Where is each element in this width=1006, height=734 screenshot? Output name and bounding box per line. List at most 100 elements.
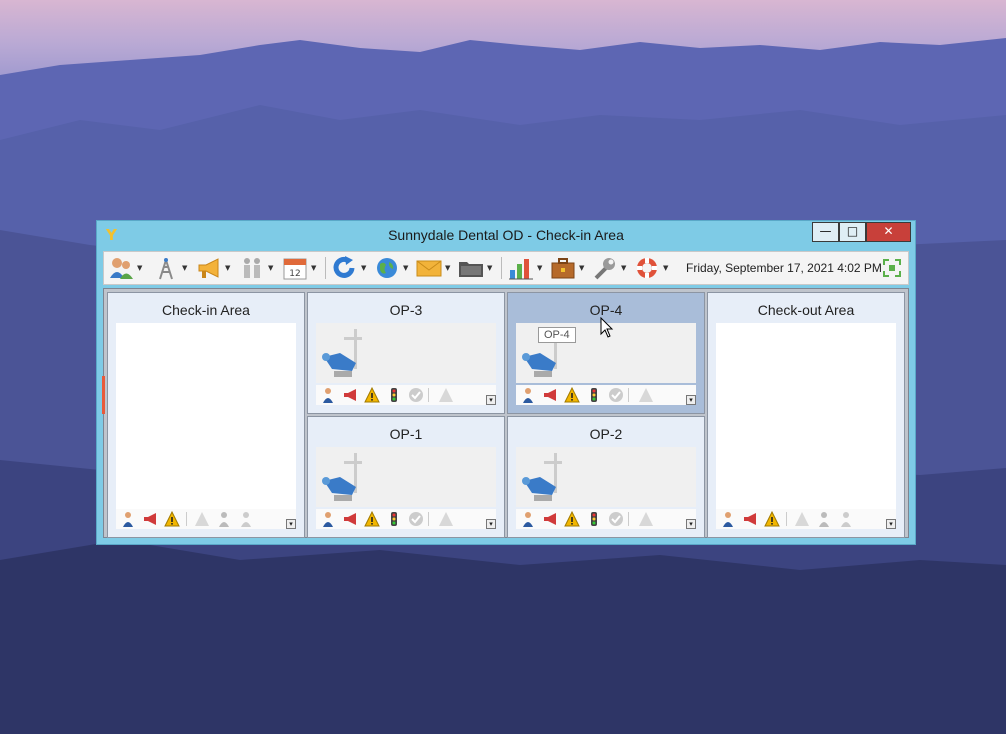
person-icon[interactable]: [520, 387, 536, 403]
megaphone-small-icon[interactable]: [342, 511, 358, 527]
status-icon-bar: ▾: [716, 509, 896, 529]
panel-title: Check-in Area: [162, 302, 250, 318]
megaphone-small-icon[interactable]: [542, 511, 558, 527]
warning-icon[interactable]: [164, 511, 180, 527]
panel-menu-dropdown[interactable]: ▾: [486, 519, 496, 529]
chart-icon: [509, 259, 533, 280]
calendar-day-label: 12: [289, 269, 300, 279]
megaphone-small-icon[interactable]: [542, 387, 558, 403]
patients-icon: [110, 258, 133, 279]
chevron-down-icon[interactable]: ▼: [663, 264, 668, 272]
warning-disabled-icon: [439, 388, 453, 402]
operatory-image: [316, 447, 496, 507]
person-icon[interactable]: [120, 511, 136, 527]
chevron-down-icon[interactable]: ▼: [403, 264, 408, 272]
panel-title: OP-3: [389, 302, 423, 318]
operatory-image: [516, 447, 696, 507]
megaphone-small-icon[interactable]: [142, 511, 158, 527]
chevron-down-icon[interactable]: ▼: [579, 264, 584, 272]
checkmark-disabled-icon: [609, 388, 623, 402]
warning-icon[interactable]: [364, 511, 380, 527]
panel-menu-dropdown[interactable]: ▾: [486, 395, 496, 405]
op-1-panel[interactable]: OP-1 ▾: [307, 416, 505, 538]
status-icon-bar: ▾: [116, 509, 296, 529]
panel-menu-dropdown[interactable]: ▾: [286, 519, 296, 529]
checkmark-disabled-icon: [409, 388, 423, 402]
close-button[interactable]: ✕: [866, 222, 911, 242]
chevron-down-icon[interactable]: ▼: [621, 264, 626, 272]
chevron-down-icon[interactable]: ▼: [137, 264, 142, 272]
checkout-list[interactable]: [716, 323, 896, 511]
icon-separator: [428, 388, 429, 402]
dental-chair-icon: [522, 453, 562, 501]
chevron-down-icon[interactable]: ▼: [445, 264, 450, 272]
checkmark-disabled-icon: [609, 512, 623, 526]
globe-icon: [377, 258, 397, 278]
panel-title: OP-4: [589, 302, 623, 318]
date-time-display: Friday, September 17, 2021 4:02 PM: [686, 261, 882, 275]
warning-disabled-icon: [795, 512, 809, 526]
status-icon-bar: ▾: [316, 385, 496, 405]
warning-icon[interactable]: [364, 387, 380, 403]
mouse-cursor-icon: [600, 317, 614, 338]
checkin-area-panel[interactable]: Check-in Area ▾: [107, 292, 305, 538]
traffic-light-icon[interactable]: [586, 387, 602, 403]
chevron-down-icon[interactable]: ▼: [225, 264, 230, 272]
person-check-disabled-icon: [241, 512, 251, 527]
calendar-icon: 12: [283, 258, 307, 280]
panel-title: OP-2: [589, 426, 623, 442]
chevron-down-icon[interactable]: ▼: [311, 264, 316, 272]
checkin-list[interactable]: [116, 323, 296, 511]
person-icon[interactable]: [320, 387, 336, 403]
main-window: Y Sunnydale Dental OD - Check-in Area — …: [96, 220, 916, 545]
operatory-image: [316, 323, 496, 383]
person-disabled-icon: [819, 512, 829, 527]
traffic-light-icon[interactable]: [386, 387, 402, 403]
toolbar: ▼ ▼ ▼ ▼ 12 ▼ ▼ ▼ ▼ ▼ ▼ ▼ ▼ ▼ Friday, Sep…: [103, 251, 909, 285]
warning-icon[interactable]: [764, 511, 780, 527]
chevron-down-icon[interactable]: ▼: [537, 264, 542, 272]
panel-menu-dropdown[interactable]: ▾: [686, 519, 696, 529]
warning-disabled-icon: [439, 512, 453, 526]
splitter-handle[interactable]: [102, 376, 105, 414]
chevron-down-icon[interactable]: ▼: [268, 264, 273, 272]
icon-separator: [428, 512, 429, 526]
megaphone-icon: [198, 258, 219, 278]
chevron-down-icon[interactable]: ▼: [487, 264, 492, 272]
status-icon-bar: ▾: [516, 385, 696, 405]
panel-menu-dropdown[interactable]: ▾: [686, 395, 696, 405]
dental-chair-icon: [322, 453, 362, 501]
op-2-panel[interactable]: OP-2 ▾: [507, 416, 705, 538]
checkmark-disabled-icon: [409, 512, 423, 526]
warning-icon[interactable]: [564, 387, 580, 403]
panel-tooltip: OP-4: [538, 327, 576, 343]
op-3-panel[interactable]: OP-3 ▾: [307, 292, 505, 414]
traffic-light-icon[interactable]: [386, 511, 402, 527]
megaphone-small-icon[interactable]: [742, 511, 758, 527]
icon-separator: [628, 512, 629, 526]
briefcase-icon: [551, 258, 575, 279]
window-title: Sunnydale Dental OD - Check-in Area: [388, 227, 624, 243]
status-icon-bar: ▾: [516, 509, 696, 529]
warning-disabled-icon: [639, 388, 653, 402]
chevron-down-icon[interactable]: ▼: [361, 264, 366, 272]
maximize-button[interactable]: □: [839, 222, 866, 242]
traffic-light-icon[interactable]: [586, 511, 602, 527]
minimize-button[interactable]: —: [812, 222, 839, 242]
checkout-area-panel[interactable]: Check-out Area ▾: [707, 292, 905, 538]
person-icon[interactable]: [720, 511, 736, 527]
refresh-icon: [333, 256, 355, 278]
person-icon[interactable]: [520, 511, 536, 527]
panel-menu-dropdown[interactable]: ▾: [886, 519, 896, 529]
chevron-down-icon[interactable]: ▼: [182, 264, 187, 272]
op-4-panel[interactable]: OP-4 OP-4 ▾: [507, 292, 705, 414]
area-board: Check-in Area ▾ OP-3 ▾ OP-4 OP-4 ▾ OP-1 …: [102, 288, 909, 538]
status-icon-bar: ▾: [316, 509, 496, 529]
toolbar-separator: [501, 257, 502, 279]
warning-icon[interactable]: [564, 511, 580, 527]
person-icon[interactable]: [320, 511, 336, 527]
fullscreen-icon[interactable]: [882, 258, 902, 278]
radio-tower-icon: [159, 258, 173, 280]
title-bar[interactable]: Y Sunnydale Dental OD - Check-in Area — …: [97, 221, 915, 249]
megaphone-small-icon[interactable]: [342, 387, 358, 403]
